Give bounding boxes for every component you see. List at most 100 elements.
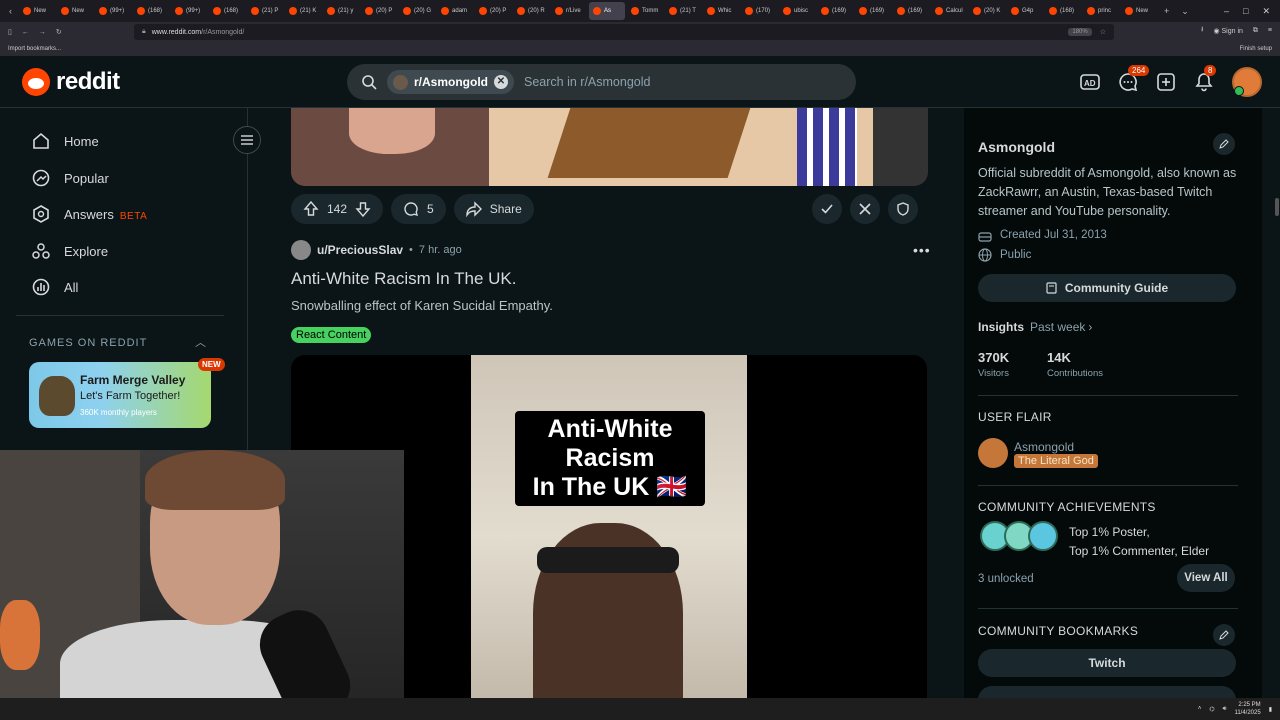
back-icon[interactable]: ←: [22, 29, 29, 36]
post-time-separator: •: [409, 244, 413, 256]
browser-tab[interactable]: (99+): [95, 2, 131, 20]
post-author[interactable]: u/PreciousSlav: [317, 243, 403, 257]
browser-tab[interactable]: r/Live: [551, 2, 587, 20]
previous-post-media[interactable]: [291, 108, 928, 186]
notifications-icon[interactable]: 8: [1194, 65, 1217, 92]
browser-tab[interactable]: (169): [855, 2, 891, 20]
finish-setup-link[interactable]: Finish setup: [1240, 46, 1272, 52]
volume-icon[interactable]: 🔊︎: [1223, 706, 1227, 713]
browser-tab[interactable]: (20) R: [513, 2, 549, 20]
browser-tab[interactable]: G4p: [1007, 2, 1043, 20]
browser-tab[interactable]: (21) P: [247, 2, 283, 20]
tab-overflow-icon[interactable]: ⌄: [1176, 6, 1194, 17]
address-bar[interactable]: 🔒︎ www.reddit.com/r/Asmongold/ 180% ☆: [134, 24, 1114, 40]
flair-tag[interactable]: The Literal God: [1014, 454, 1098, 468]
advertise-icon[interactable]: AD: [1080, 72, 1100, 92]
chevron-up-icon[interactable]: ︿: [195, 334, 206, 350]
game-card[interactable]: Farm Merge Valley Let's Farm Together! 3…: [29, 362, 211, 428]
search-bar[interactable]: r/Asmongold ✕ Search in r/Asmongold: [347, 64, 856, 100]
page-scrollbar[interactable]: [1274, 108, 1280, 698]
forward-icon[interactable]: →: [39, 29, 46, 36]
approve-button[interactable]: [812, 194, 842, 224]
sidebar-toggle-icon[interactable]: ▯: [8, 28, 12, 36]
browser-tab[interactable]: (168): [133, 2, 169, 20]
reload-icon[interactable]: ↻: [56, 28, 62, 36]
nav-item-all[interactable]: All: [32, 278, 78, 296]
nav-item-popular[interactable]: Popular: [32, 169, 109, 187]
browser-tab[interactable]: As: [589, 2, 626, 20]
browser-tab[interactable]: (99+): [171, 2, 207, 20]
browser-tab[interactable]: New: [57, 2, 93, 20]
close-window-icon[interactable]: ✕: [1262, 6, 1270, 17]
create-post-icon[interactable]: [1156, 72, 1176, 92]
comments-button[interactable]: 5: [391, 194, 446, 224]
nav-item-home[interactable]: Home: [32, 132, 99, 150]
browser-tab[interactable]: (21) K: [285, 2, 321, 20]
downvote-icon[interactable]: [355, 201, 371, 217]
mod-shield-button[interactable]: [888, 194, 918, 224]
shield-icon: [897, 202, 909, 216]
extensions-icon[interactable]: ⧉: [1253, 27, 1258, 35]
browser-tab[interactable]: New: [19, 2, 55, 20]
browser-tab[interactable]: (168): [1045, 2, 1081, 20]
post-flair[interactable]: React Content: [291, 327, 372, 343]
menu-icon[interactable]: ≡: [1268, 27, 1272, 34]
author-avatar[interactable]: [291, 240, 311, 260]
browser-tab[interactable]: Calcul: [931, 2, 967, 20]
chat-icon[interactable]: 264: [1118, 65, 1150, 92]
notification-center-icon[interactable]: ▮: [1269, 706, 1272, 713]
tab-list-icon[interactable]: ‹: [4, 6, 17, 16]
sign-in-link[interactable]: ◉ Sign in: [1213, 27, 1242, 35]
tab-favicon-icon: [289, 7, 297, 15]
browser-tab[interactable]: adam: [437, 2, 473, 20]
new-tab-icon[interactable]: +: [1159, 6, 1174, 16]
more-options-icon[interactable]: •••: [913, 242, 931, 258]
edit-about-button[interactable]: [1213, 133, 1235, 155]
community-guide-button[interactable]: Community Guide: [978, 274, 1236, 302]
community-name: Asmongold: [978, 139, 1055, 155]
browser-tab[interactable]: (20) G: [399, 2, 435, 20]
browser-tab[interactable]: (169): [817, 2, 853, 20]
view-all-button[interactable]: View All: [1177, 564, 1235, 592]
clock[interactable]: 2:25 PM 11/4/2025: [1234, 701, 1260, 717]
browser-tab[interactable]: ubisc: [779, 2, 815, 20]
answers-icon: [33, 205, 49, 223]
browser-tab[interactable]: Whic: [703, 2, 739, 20]
edit-bookmarks-button[interactable]: [1213, 624, 1235, 646]
browser-tab[interactable]: (169): [893, 2, 929, 20]
bookmark-star-icon[interactable]: ☆: [1100, 28, 1106, 36]
minimize-icon[interactable]: –: [1224, 6, 1229, 17]
browser-tab[interactable]: (21) y: [323, 2, 359, 20]
clear-chip-icon[interactable]: ✕: [494, 75, 508, 89]
browser-tab[interactable]: (21) T: [665, 2, 701, 20]
remove-button[interactable]: [850, 194, 880, 224]
browser-tab[interactable]: Tomm: [627, 2, 663, 20]
browser-tab[interactable]: (20) K: [969, 2, 1005, 20]
browser-tab[interactable]: (20) P: [361, 2, 397, 20]
vote-control: 142: [291, 194, 384, 224]
subreddit-search-chip[interactable]: r/Asmongold ✕: [387, 70, 514, 94]
share-button[interactable]: Share: [453, 194, 534, 224]
browser-tab[interactable]: (170): [741, 2, 777, 20]
post-title[interactable]: Anti-White Racism In The UK.: [291, 269, 516, 289]
network-icon[interactable]: ⌬: [1209, 706, 1214, 713]
browser-tab[interactable]: (168): [209, 2, 245, 20]
import-bookmarks-link[interactable]: Import bookmarks...: [8, 46, 61, 52]
nav-item-answers[interactable]: Answers BETA: [32, 205, 147, 223]
insights-row[interactable]: Insights Past week ›: [978, 320, 1092, 334]
search-input[interactable]: Search in r/Asmongold: [524, 75, 650, 89]
nav-item-explore[interactable]: Explore: [32, 242, 108, 260]
browser-tab[interactable]: (20) P: [475, 2, 511, 20]
user-avatar[interactable]: [1232, 67, 1262, 97]
tray-chevron-icon[interactable]: ˄: [1198, 706, 1202, 712]
download-icon[interactable]: ⭳: [1201, 25, 1203, 36]
tab-label: (169): [870, 8, 885, 14]
browser-tab[interactable]: princ: [1083, 2, 1119, 20]
maximize-icon[interactable]: □: [1243, 6, 1248, 17]
upvote-icon[interactable]: [303, 201, 319, 217]
bookmark-twitch-button[interactable]: Twitch: [978, 649, 1236, 677]
zoom-level[interactable]: 180%: [1068, 28, 1092, 36]
reddit-logo[interactable]: reddit: [22, 68, 120, 96]
scrollbar-thumb[interactable]: [1275, 198, 1279, 216]
browser-tab[interactable]: New: [1121, 2, 1157, 20]
